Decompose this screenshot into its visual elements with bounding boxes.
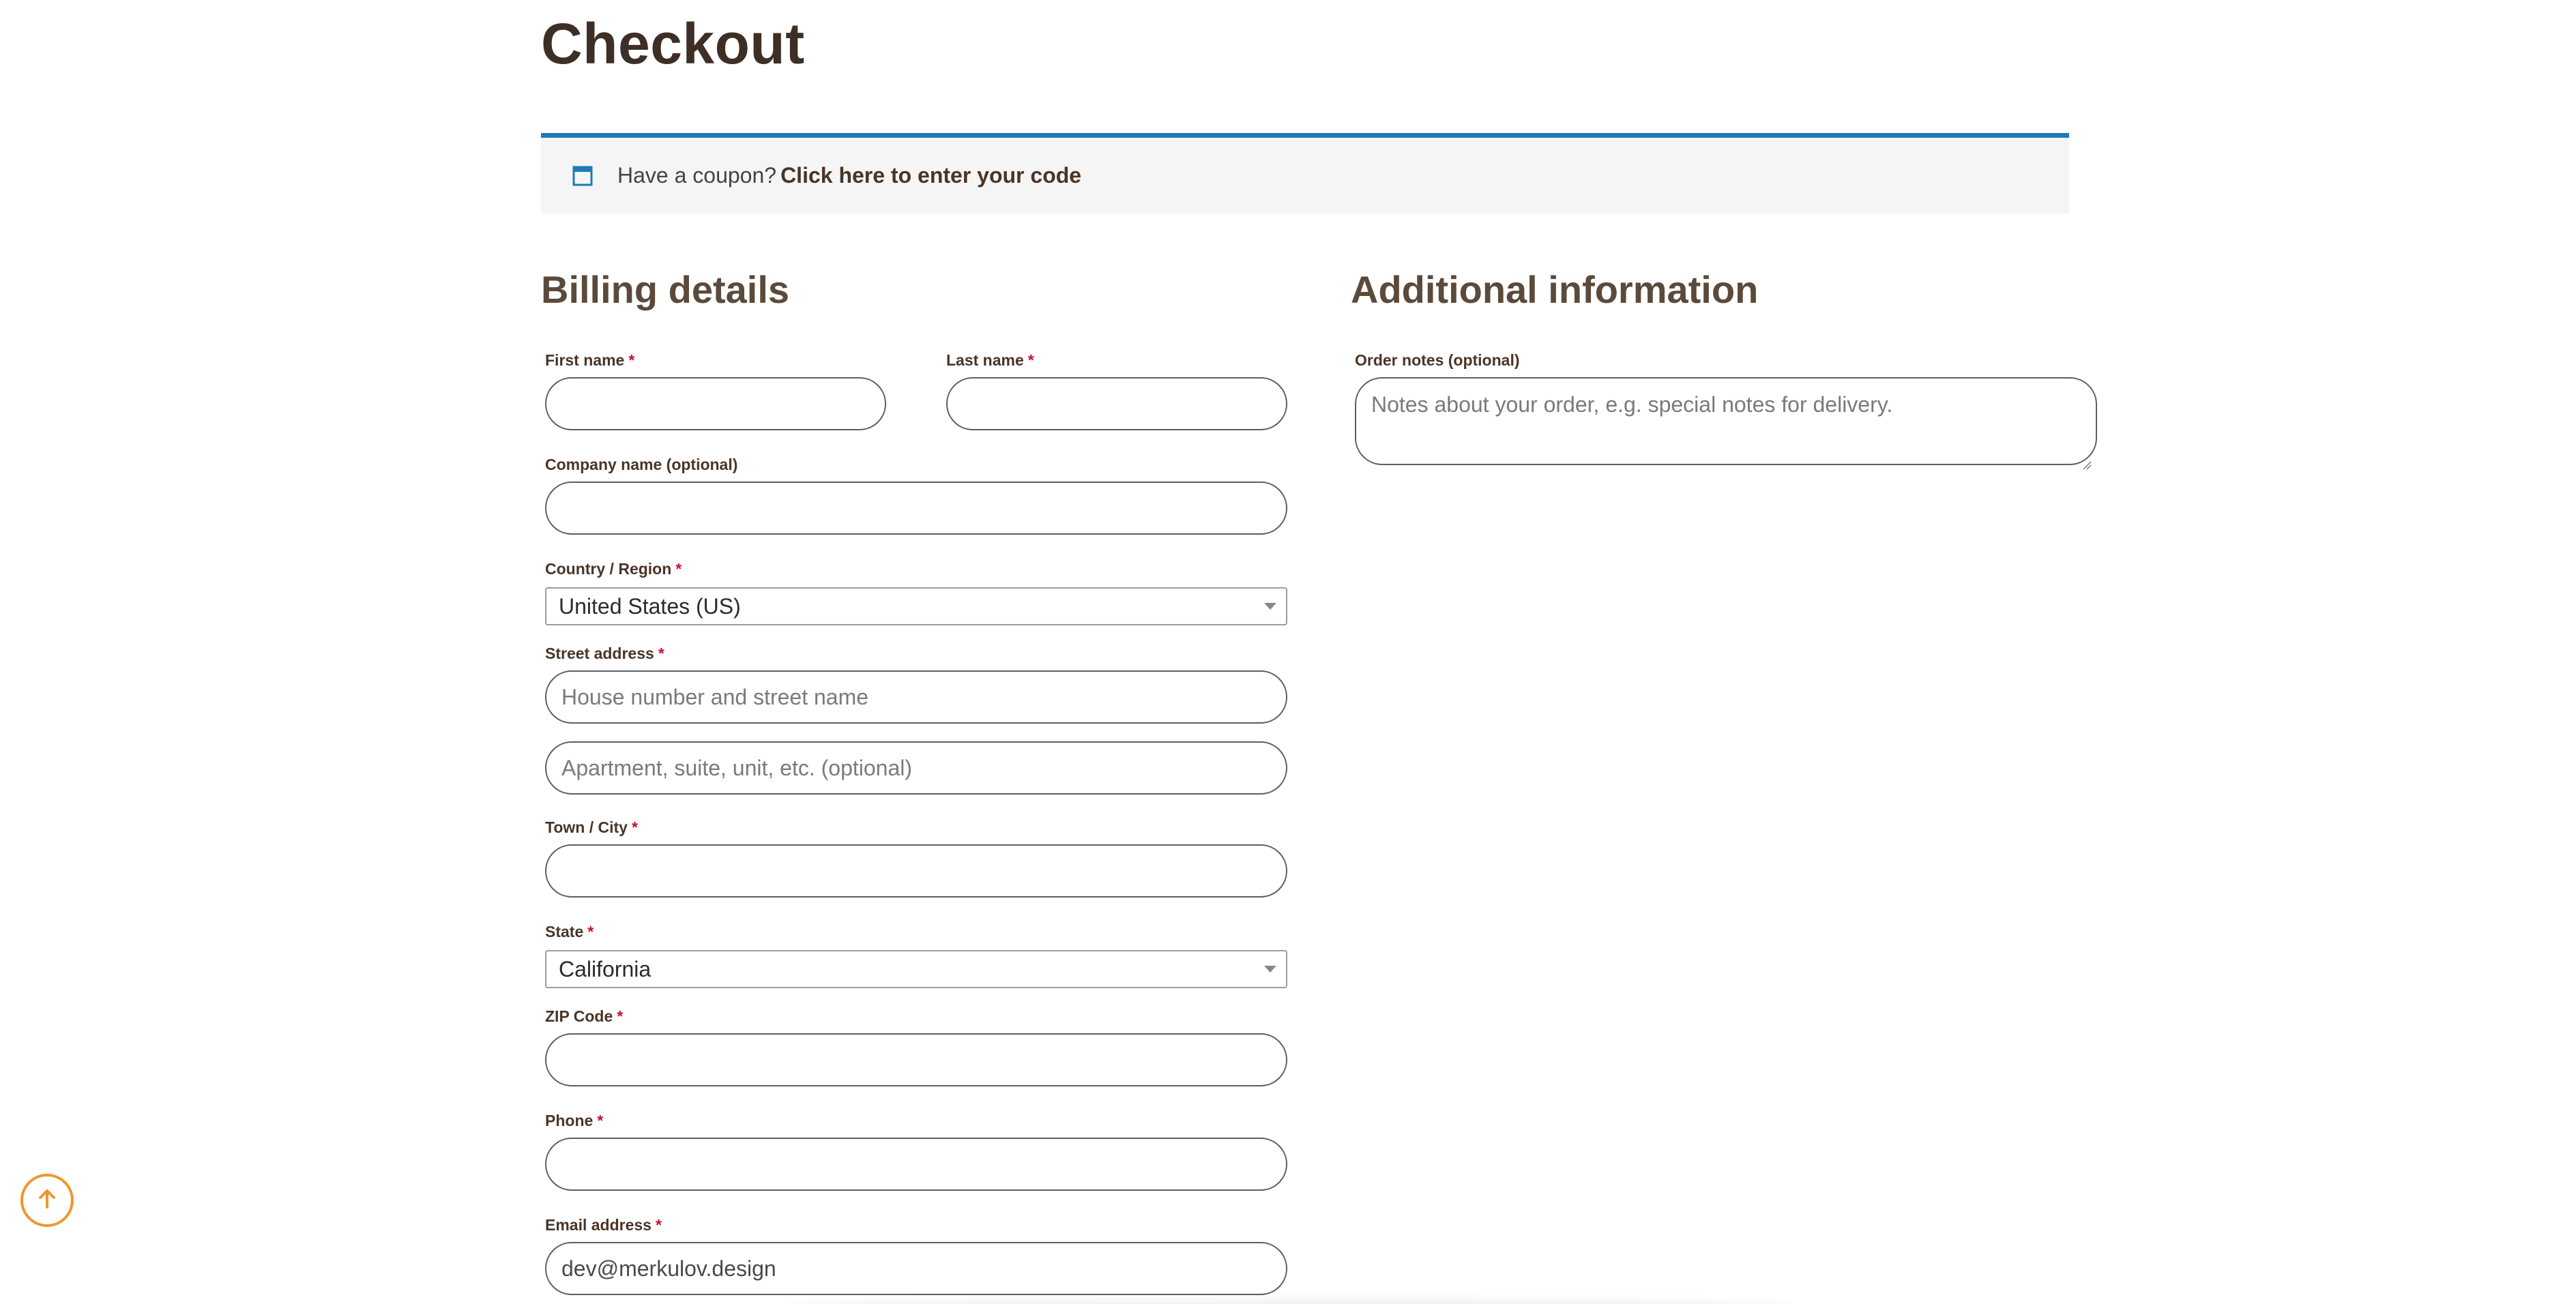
chevron-down-icon — [1264, 966, 1276, 973]
email-input[interactable]: dev@merkulov.design — [545, 1242, 1287, 1295]
chevron-down-icon — [1264, 603, 1276, 610]
calendar-window-icon — [572, 166, 593, 186]
zip-input[interactable] — [545, 1033, 1287, 1086]
checkout-page: Checkout Have a coupon? Click here to en… — [0, 0, 2576, 1304]
arrow-up-icon — [35, 1187, 59, 1215]
phone-label: Phone * — [545, 1112, 604, 1129]
order-notes-label: Order notes (optional) — [1355, 351, 1520, 369]
country-select-value: United States (US) — [559, 593, 741, 619]
company-input[interactable] — [545, 481, 1287, 535]
first-name-label: First name * — [545, 351, 635, 369]
city-input[interactable] — [545, 844, 1287, 898]
coupon-link[interactable]: Click here to enter your code — [780, 163, 1081, 188]
last-name-label: Last name * — [946, 351, 1034, 369]
street-line1-input[interactable]: House number and street name — [545, 670, 1287, 724]
resize-handle-icon[interactable] — [2082, 450, 2092, 470]
city-label: Town / City * — [545, 818, 638, 836]
first-name-input[interactable] — [545, 377, 886, 430]
order-notes-placeholder: Notes about your order, e.g. special not… — [1371, 392, 1893, 417]
state-select[interactable]: California — [545, 950, 1287, 988]
scroll-to-top-button[interactable] — [20, 1174, 74, 1227]
country-label: Country / Region * — [545, 560, 682, 578]
phone-input[interactable] — [545, 1138, 1287, 1191]
bottom-shadow — [785, 1299, 1794, 1304]
street-line2-input[interactable]: Apartment, suite, unit, etc. (optional) — [545, 741, 1287, 795]
additional-title: Additional information — [1351, 268, 1759, 311]
order-notes-textarea[interactable]: Notes about your order, e.g. special not… — [1355, 377, 2097, 470]
state-select-value: California — [559, 956, 652, 981]
billing-title: Billing details — [541, 268, 790, 311]
zip-label: ZIP Code * — [545, 1007, 624, 1025]
last-name-input[interactable] — [946, 377, 1287, 430]
email-label: Email address * — [545, 1216, 662, 1234]
country-select[interactable]: United States (US) — [545, 587, 1287, 625]
state-label: State * — [545, 923, 594, 940]
street-label: Street address * — [545, 644, 664, 662]
company-label: Company name (optional) — [545, 456, 738, 473]
coupon-notice: Have a coupon? Click here to enter your … — [541, 133, 2069, 213]
page-title: Checkout — [541, 12, 805, 76]
coupon-text: Have a coupon? — [617, 163, 777, 188]
